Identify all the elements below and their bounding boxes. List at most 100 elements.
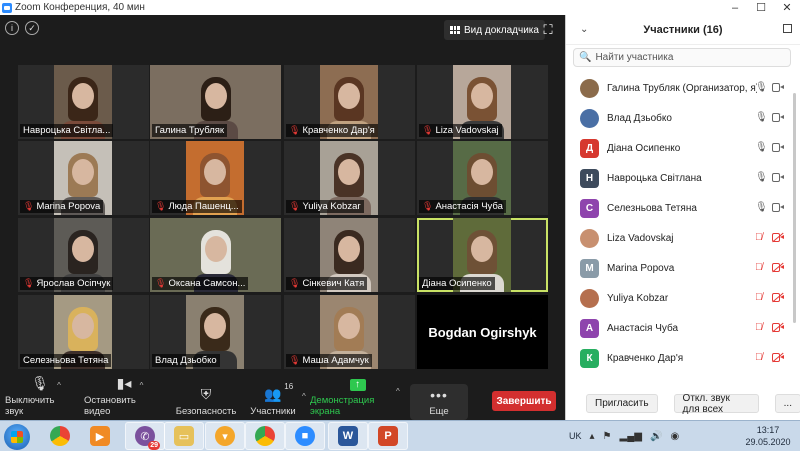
taskbar-chrome[interactable] (40, 422, 80, 450)
video-tile[interactable]: Діана Осипенко (417, 218, 548, 292)
participant-name: Люда Пашенц... (168, 201, 239, 212)
shield-icon[interactable]: ✓ (25, 21, 39, 35)
participant-name: Кравченко Дар'я (607, 352, 684, 364)
participant-row[interactable]: Влад Дзьобко 🎙 (566, 103, 791, 133)
language-indicator[interactable]: UK (569, 431, 582, 441)
participant-row[interactable]: Галина Трубляк (Организатор, я) 🎙 (566, 73, 791, 103)
video-off-icon[interactable] (772, 323, 784, 332)
muted-mic-icon[interactable]: 🎙̸ (755, 262, 763, 273)
participant-name: Навроцька Світлана (607, 172, 702, 184)
video-camera-icon[interactable] (772, 203, 784, 212)
participant-row[interactable]: Liza Vadovskaj 🎙̸ (566, 223, 791, 253)
person-face (471, 236, 493, 262)
end-meeting-button[interactable]: Завершить (492, 391, 556, 411)
microphone-icon[interactable]: 🎙 (755, 202, 768, 213)
video-tile[interactable]: 🎙 Marina Popova (18, 141, 149, 215)
video-camera-icon[interactable] (772, 83, 784, 92)
video-tile[interactable]: Навроцька Світла... (18, 65, 149, 139)
video-off-icon[interactable] (772, 233, 784, 242)
info-icon[interactable]: i (5, 21, 19, 35)
participant-row[interactable]: Yuliya Kobzar 🎙̸ (566, 283, 791, 313)
stop-video-button[interactable]: ▮◂ ^ Остановить видео (84, 375, 164, 420)
video-tile[interactable]: 🎙 Кравченко Дар'я (284, 65, 415, 139)
microphone-icon[interactable]: 🎙 (755, 142, 768, 153)
participants-button[interactable]: 👥 16 ^ Участники (248, 381, 305, 420)
video-off-icon[interactable] (772, 263, 784, 272)
chevron-up-icon[interactable]: ^ (396, 387, 400, 396)
video-tile[interactable]: 🎙 Маша Адамчук (284, 295, 415, 369)
volume-icon[interactable]: 🔊 (650, 431, 662, 442)
video-tile[interactable]: Селезньова Тетяна (18, 295, 149, 369)
taskbar-media-player[interactable]: ▶ (80, 422, 120, 450)
invite-button[interactable]: Пригласить (586, 394, 658, 413)
taskbar-browser[interactable]: ▾ (205, 422, 245, 450)
participants-scrollbar[interactable] (792, 73, 797, 378)
participant-row[interactable]: С Селезньова Тетяна 🎙 (566, 193, 791, 223)
scrollbar-thumb[interactable] (793, 93, 796, 323)
video-tile[interactable]: Bogdan Ogirshyk (417, 295, 548, 369)
participant-row[interactable]: К Кравченко Дар'я 🎙̸ (566, 343, 791, 373)
video-tile[interactable]: 🎙 Сінкевич Катя (284, 218, 415, 292)
video-camera-icon[interactable] (772, 173, 784, 182)
fullscreen-icon[interactable]: ⛶ (541, 23, 555, 37)
video-tile[interactable]: 🎙 Ярослав Осіпчук (18, 218, 149, 292)
zoom-app-icon (2, 2, 12, 13)
search-input[interactable] (595, 52, 776, 63)
taskbar-clock[interactable]: 13:17 29.05.2020 (743, 424, 793, 448)
more-button[interactable]: ••• Еще (410, 384, 468, 420)
taskbar-viber[interactable]: ✆ 29 (125, 422, 165, 450)
participant-row[interactable]: Д Діана Осипенко 🎙 (566, 133, 791, 163)
video-tile[interactable]: Галина Трубляк (150, 65, 281, 139)
participant-row[interactable]: Н Навроцька Світлана 🎙 (566, 163, 791, 193)
video-tile[interactable]: 🎙 Liza Vadovskaj (417, 65, 548, 139)
muted-mic-icon[interactable]: 🎙̸ (755, 292, 763, 303)
participant-name: Влад Дзьобко (155, 355, 217, 366)
video-tile[interactable]: 🎙 Оксана Самсон... (150, 218, 281, 292)
microphone-icon[interactable]: 🎙 (755, 82, 768, 93)
network-icon[interactable]: ▂▄▆ (620, 431, 642, 442)
panel-more-button[interactable]: ... (774, 394, 800, 413)
taskbar-powerpoint[interactable]: P (368, 422, 408, 450)
panel-footer: Пригласить Откл. звук для всех ... (566, 387, 800, 420)
chevron-up-icon[interactable]: ^ (57, 381, 61, 390)
person-face (338, 236, 360, 262)
tray-app-icon[interactable]: ◉ (670, 431, 679, 442)
video-off-icon[interactable] (772, 293, 784, 302)
chevron-down-icon[interactable]: ⌄ (580, 24, 588, 35)
mute-all-button[interactable]: Откл. звук для всех (673, 393, 759, 415)
taskbar-zoom[interactable]: ■ (285, 422, 325, 450)
speaker-view-button[interactable]: Вид докладчика (444, 20, 545, 40)
minimize-button[interactable]: – (722, 2, 748, 14)
powerpoint-icon: P (378, 426, 398, 446)
video-camera-icon[interactable] (772, 113, 784, 122)
search-box[interactable]: 🔍 (573, 48, 791, 67)
taskbar-explorer[interactable]: ▭ (164, 422, 204, 450)
close-window-button[interactable]: ✕ (774, 1, 800, 14)
share-screen-button[interactable]: ↑ Демонстрация экрана (310, 379, 405, 420)
maximize-button[interactable]: ☐ (748, 1, 774, 14)
participant-row[interactable]: A Анастасія Чуба 🎙̸ (566, 313, 791, 343)
taskbar-chrome-2[interactable] (245, 422, 285, 450)
muted-mic-icon[interactable]: 🎙̸ (755, 352, 763, 363)
popout-icon[interactable] (783, 24, 792, 33)
microphone-icon[interactable]: 🎙 (755, 112, 768, 123)
chevron-up-icon[interactable]: ^ (302, 392, 306, 401)
video-tile[interactable]: 🎙 Yuliya Kobzar (284, 141, 415, 215)
muted-mic-icon[interactable]: 🎙̸ (755, 322, 763, 333)
video-tile[interactable]: 🎙 Люда Пашенц... (150, 141, 281, 215)
video-tile[interactable]: Влад Дзьобко (150, 295, 281, 369)
security-button[interactable]: ⛨ Безопасность (176, 381, 237, 420)
muted-mic-icon[interactable]: 🎙̸ (755, 232, 763, 243)
taskbar-word[interactable]: W (328, 422, 368, 450)
microphone-icon[interactable]: 🎙 (755, 172, 768, 183)
tray-expand-icon[interactable]: ▴ (590, 431, 595, 442)
video-camera-icon[interactable] (772, 143, 784, 152)
start-button[interactable] (4, 424, 30, 450)
participant-row[interactable]: M Marina Popova 🎙̸ (566, 253, 791, 283)
chevron-up-icon[interactable]: ^ (140, 381, 144, 390)
video-tile[interactable]: 🎙 Анастасія Чуба (417, 141, 548, 215)
flag-icon[interactable]: ⚑ (603, 431, 612, 442)
avatar (580, 228, 599, 248)
video-off-icon[interactable] (772, 353, 784, 362)
mute-button[interactable]: 🎙 ^ Выключить звук (5, 375, 75, 420)
